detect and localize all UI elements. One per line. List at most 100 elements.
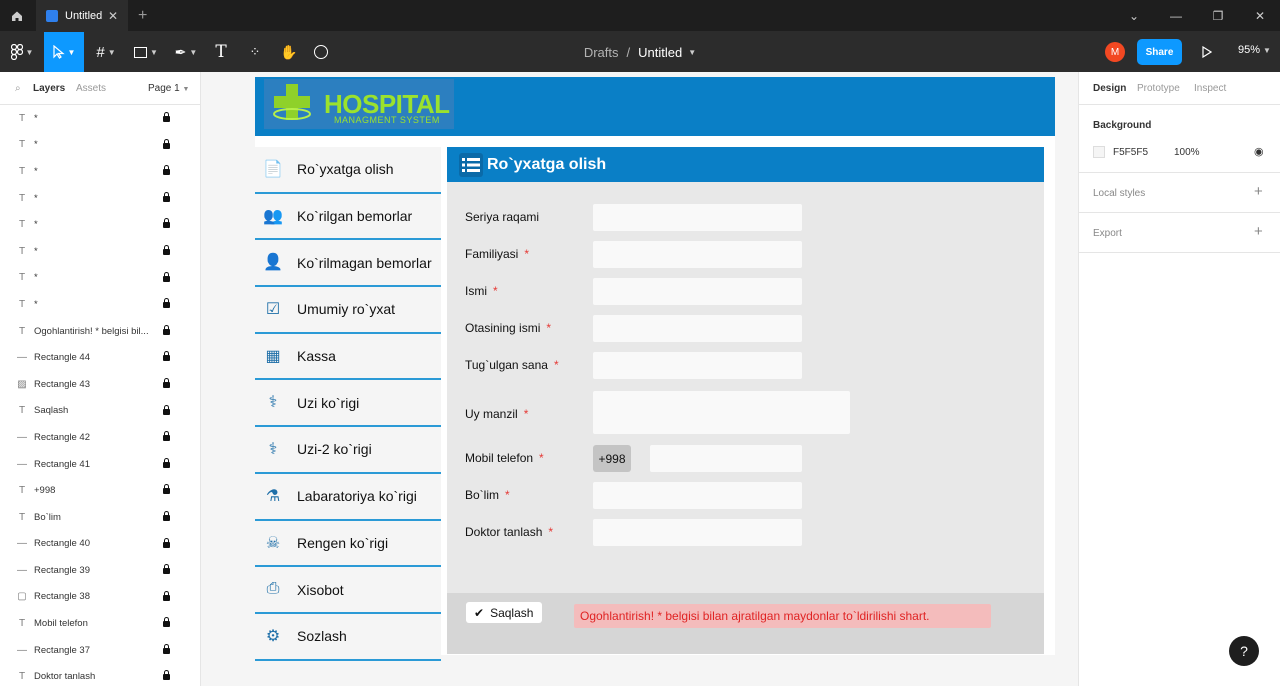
tab-layers[interactable]: Layers [33,83,65,94]
layer-item[interactable]: T * [0,105,200,132]
help-button[interactable]: ? [1229,636,1259,666]
add-export-icon[interactable]: + [1254,223,1263,240]
save-button[interactable]: ✔ Saqlash [466,602,542,623]
chevron-down-icon[interactable]: ▼ [688,48,696,57]
background-swatch[interactable] [1093,146,1105,158]
lock-icon[interactable] [163,377,170,388]
file-tab[interactable]: Untitled ✕ [36,0,128,32]
layer-item[interactable]: — Rectangle 42 [0,424,200,451]
lock-icon[interactable] [163,191,170,202]
background-hex[interactable]: F5F5F5 [1113,147,1148,158]
menu-item[interactable]: ⚕ Uzi ko`rigi [255,380,441,428]
lock-icon[interactable] [163,351,170,362]
tab-inspect[interactable]: Inspect [1194,83,1226,94]
search-icon[interactable]: ⌕ [15,83,21,94]
form-input[interactable] [593,315,802,342]
tab-assets[interactable]: Assets [76,83,106,94]
breadcrumb-drafts[interactable]: Drafts [584,45,619,60]
menu-item[interactable]: 👥 Ko`rilgan bemorlar [255,193,441,241]
new-tab-button[interactable]: + [138,7,147,25]
menu-item[interactable]: ⎙ Xisobot [255,567,441,614]
layer-item[interactable]: T * [0,238,200,265]
layer-item[interactable]: T Saqlash [0,398,200,425]
layer-item[interactable]: T * [0,185,200,212]
eye-icon[interactable]: ◉ [1254,145,1264,158]
lock-icon[interactable] [163,244,170,255]
close-tab-icon[interactable]: ✕ [108,9,118,23]
lock-icon[interactable] [163,218,170,229]
layer-item[interactable]: T Doktor tanlash [0,663,200,686]
hospital-frame[interactable]: HOSPITAL MANAGMENT SYSTEM 📄 Ro`yxatga oli… [255,77,1055,661]
avatar[interactable]: M [1105,42,1125,62]
chevron-down-icon[interactable]: ⌄ [1114,0,1154,32]
lock-icon[interactable] [163,643,170,654]
layer-item[interactable]: — Rectangle 41 [0,451,200,478]
layer-item[interactable]: — Rectangle 37 [0,637,200,664]
layer-item[interactable]: T * [0,211,200,238]
add-style-icon[interactable]: + [1254,183,1263,200]
lock-icon[interactable] [163,537,170,548]
share-button[interactable]: Share [1137,39,1182,65]
close-window-icon[interactable]: ✕ [1240,0,1280,32]
lock-icon[interactable] [163,324,170,335]
home-button[interactable] [0,0,34,32]
menu-item[interactable]: ▦ Kassa [255,333,441,381]
lock-icon[interactable] [163,431,170,442]
layer-item[interactable]: T Mobil telefon [0,610,200,637]
tab-design[interactable]: Design [1093,83,1126,94]
lock-icon[interactable] [163,510,170,521]
form-input[interactable] [593,241,802,268]
form-input[interactable] [593,278,802,305]
menu-item[interactable]: ☠ Rengen ko`rigi [255,520,441,568]
layer-item[interactable]: — Rectangle 44 [0,344,200,371]
menu-item[interactable]: ⚗ Labaratoriya ko`rigi [255,473,441,521]
layer-item[interactable]: T * [0,291,200,318]
layer-item[interactable]: T Ogohlantirish! * belgisi bil... [0,318,200,345]
lock-icon[interactable] [163,590,170,601]
layer-item[interactable]: T Bo`lim [0,504,200,531]
background-opacity[interactable]: 100% [1174,147,1200,158]
phone-input[interactable] [650,445,802,472]
canvas[interactable]: HOSPITAL MANAGMENT SYSTEM 📄 Ro`yxatga oli… [201,72,1078,686]
menu-item[interactable]: ⚙ Sozlash [255,613,441,661]
layer-item[interactable]: — Rectangle 39 [0,557,200,584]
restore-icon[interactable]: ❐ [1198,0,1238,32]
lock-icon[interactable] [163,564,170,575]
printer-icon: ⎙ [266,580,280,598]
lock-icon[interactable] [163,484,170,495]
lock-icon[interactable] [163,457,170,468]
lock-icon[interactable] [163,138,170,149]
layer-item[interactable]: T * [0,132,200,159]
lock-icon[interactable] [163,112,170,122]
present-button[interactable] [1196,32,1218,72]
form-input[interactable] [593,352,802,379]
layer-item[interactable]: T * [0,158,200,185]
page-selector[interactable]: Page 1 ▼ [148,83,189,94]
lock-icon[interactable] [163,670,170,681]
tab-prototype[interactable]: Prototype [1137,83,1180,94]
lock-icon[interactable] [163,617,170,628]
form-input[interactable] [593,482,802,509]
lock-icon[interactable] [163,298,170,309]
menu-item[interactable]: 👤 Ko`rilmagan bemorlar [255,240,441,288]
menu-item[interactable]: ☑ Umumiy ro`yxat [255,287,441,334]
layer-item[interactable]: T * [0,265,200,292]
minimize-icon[interactable]: — [1156,0,1196,32]
form-input[interactable] [593,204,802,231]
text-layer-icon: T [18,325,26,337]
lock-icon[interactable] [163,165,170,176]
lock-icon[interactable] [163,404,170,415]
form-input[interactable] [593,519,802,546]
file-name[interactable]: Untitled [638,45,682,60]
layer-item[interactable]: ▢ Rectangle 38 [0,584,200,611]
form-input[interactable] [593,391,850,434]
app-header: HOSPITAL MANAGMENT SYSTEM [255,77,1055,136]
layer-item[interactable]: — Rectangle 40 [0,531,200,558]
layer-name: +998 [34,485,56,497]
menu-item[interactable]: 📄 Ro`yxatga olish [255,147,441,194]
zoom-dropdown[interactable]: 95% ▼ [1238,44,1271,56]
menu-item[interactable]: ⚕ Uzi-2 ko`rigi [255,427,441,474]
lock-icon[interactable] [163,271,170,282]
layer-item[interactable]: ▨ Rectangle 43 [0,371,200,398]
layer-item[interactable]: T +998 [0,477,200,504]
